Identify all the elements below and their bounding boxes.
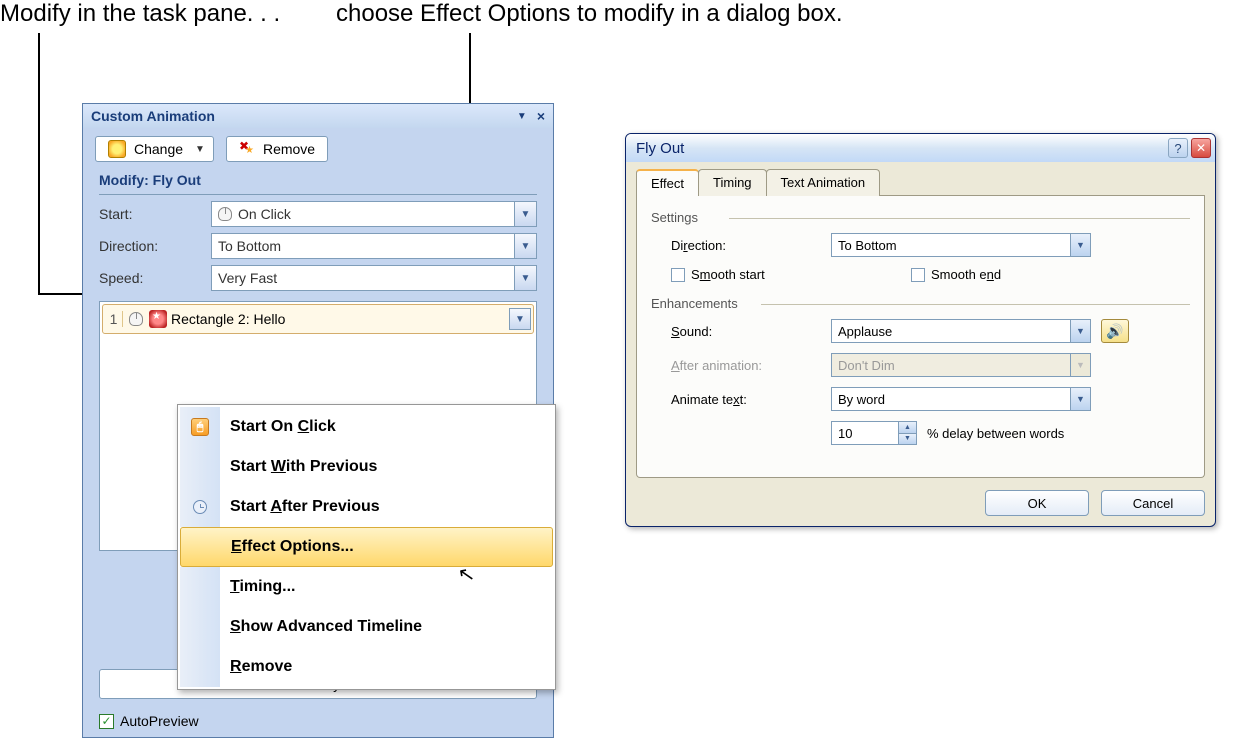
autopreview-label: AutoPreview — [120, 713, 199, 729]
spinner-up-icon[interactable]: ▲ — [898, 422, 916, 433]
tab-effect[interactable]: Effect — [636, 169, 699, 196]
close-icon[interactable]: × — [537, 108, 545, 124]
modify-heading: Modify: Fly Out — [83, 170, 553, 194]
smooth-start-checkbox[interactable]: Smooth start — [671, 267, 911, 282]
ok-button[interactable]: OK — [985, 490, 1089, 516]
dlg-delay-spinner[interactable]: 10 ▲ ▼ — [831, 421, 917, 445]
dlg-sound-select[interactable]: Applause ▼ — [831, 319, 1091, 343]
dlg-sound-label: Sound: — [651, 324, 831, 339]
dlg-animatetext-select[interactable]: By word ▼ — [831, 387, 1091, 411]
checkmark-icon: ✓ — [99, 714, 114, 729]
help-button[interactable]: ? — [1168, 138, 1188, 158]
leader-line — [38, 33, 40, 293]
speed-value: Very Fast — [218, 270, 277, 286]
taskpane-title-bar: Custom Animation ▼ × — [83, 104, 553, 128]
effect-item[interactable]: 1 Rectangle 2: Hello ▼ — [102, 304, 534, 334]
direction-label: Direction: — [99, 238, 211, 254]
menu-start-with-previous[interactable]: Start With Previous — [180, 447, 553, 487]
dlg-after-value: Don't Dim — [838, 358, 895, 373]
autopreview-checkbox[interactable]: ✓ AutoPreview — [99, 713, 199, 729]
remove-button[interactable]: Remove — [226, 136, 328, 162]
chevron-down-icon[interactable]: ▼ — [514, 266, 536, 290]
tab-timing[interactable]: Timing — [698, 169, 767, 196]
menu-remove[interactable]: Remove — [180, 647, 553, 687]
flyout-dialog: Fly Out ? ✕ Effect Timing Text Animation… — [625, 133, 1216, 527]
direction-value: To Bottom — [218, 238, 281, 254]
checkbox-icon — [671, 268, 685, 282]
dlg-sound-value: Applause — [838, 324, 892, 339]
tab-text-animation[interactable]: Text Animation — [766, 169, 881, 196]
dialog-buttons: OK Cancel — [636, 478, 1205, 516]
chevron-down-icon[interactable]: ▼ — [1070, 388, 1090, 410]
chevron-down-icon: ▼ — [1070, 354, 1090, 376]
dlg-animatetext-value: By word — [838, 392, 885, 407]
menu-timing[interactable]: Timing... — [180, 567, 553, 607]
start-label: Start: — [99, 206, 211, 222]
taskpane-title-text: Custom Animation — [91, 108, 215, 124]
dlg-delay-value: 10 — [838, 426, 852, 441]
start-value: On Click — [238, 206, 291, 222]
effect-item-dropdown[interactable]: ▼ — [509, 308, 531, 330]
mouse-icon — [218, 207, 232, 221]
dlg-after-select: Don't Dim ▼ — [831, 353, 1091, 377]
dialog-title: Fly Out — [636, 140, 1168, 157]
leader-line — [38, 293, 88, 295]
speed-select[interactable]: Very Fast ▼ — [211, 265, 537, 291]
divider — [99, 194, 537, 195]
modify-grid: Start: On Click ▼ Direction: To Bottom ▼… — [83, 201, 553, 291]
sound-volume-button[interactable]: 🔊 — [1101, 319, 1129, 343]
callout-right: choose Effect Options to modify in a dia… — [336, 0, 843, 28]
clock-icon — [193, 500, 207, 514]
change-button[interactable]: Change ▼ — [95, 136, 214, 162]
mouse-icon — [129, 312, 143, 326]
chevron-down-icon[interactable]: ▼ — [514, 234, 536, 258]
effect-item-label: Rectangle 2: Hello — [171, 311, 505, 327]
menu-effect-options[interactable]: Effect Options... — [180, 527, 553, 567]
chevron-down-icon[interactable]: ▼ — [514, 202, 536, 226]
remove-label: Remove — [263, 141, 315, 157]
taskpane-menu-icon[interactable]: ▼ — [517, 111, 527, 122]
effect-order: 1 — [105, 311, 123, 327]
chevron-down-icon[interactable]: ▼ — [1070, 234, 1090, 256]
dlg-after-label: After animation: — [651, 358, 831, 373]
dlg-animatetext-label: Animate text: — [651, 392, 831, 407]
smooth-end-checkbox[interactable]: Smooth end — [911, 267, 1151, 282]
dlg-delay-label: % delay between words — [927, 426, 1064, 441]
speaker-icon: 🔊 — [1106, 323, 1123, 340]
dlg-direction-label: Direction: — [651, 238, 831, 253]
remove-icon — [239, 141, 255, 157]
cancel-button[interactable]: Cancel — [1101, 490, 1205, 516]
mouse-icon: 🖱 — [191, 418, 209, 436]
direction-select[interactable]: To Bottom ▼ — [211, 233, 537, 259]
dialog-title-bar[interactable]: Fly Out ? ✕ — [626, 134, 1215, 162]
exit-effect-icon — [149, 310, 167, 328]
close-button[interactable]: ✕ — [1191, 138, 1211, 158]
chevron-down-icon[interactable]: ▼ — [1070, 320, 1090, 342]
group-settings-label: Settings — [651, 210, 1190, 225]
menu-start-after-previous[interactable]: Start After Previous — [180, 487, 553, 527]
start-select[interactable]: On Click ▼ — [211, 201, 537, 227]
dlg-direction-select[interactable]: To Bottom ▼ — [831, 233, 1091, 257]
menu-show-advanced-timeline[interactable]: Show Advanced Timeline — [180, 607, 553, 647]
callout-left: Modify in the task pane. . . — [0, 0, 280, 28]
spinner-down-icon[interactable]: ▼ — [898, 433, 916, 445]
checkbox-icon — [911, 268, 925, 282]
menu-start-on-click[interactable]: 🖱 Start On Click — [180, 407, 553, 447]
dlg-direction-value: To Bottom — [838, 238, 897, 253]
taskpane-toolbar: Change ▼ Remove — [83, 128, 553, 170]
effect-context-menu: 🖱 Start On Click Start With Previous Sta… — [177, 404, 556, 690]
tab-content-effect: Settings Direction: To Bottom ▼ Smooth s… — [636, 196, 1205, 478]
group-enhancements-label: Enhancements — [651, 296, 1190, 311]
change-label: Change — [134, 141, 183, 157]
star-icon — [108, 140, 126, 158]
speed-label: Speed: — [99, 270, 211, 286]
dialog-tabs: Effect Timing Text Animation — [636, 168, 1205, 196]
chevron-down-icon: ▼ — [195, 144, 205, 155]
